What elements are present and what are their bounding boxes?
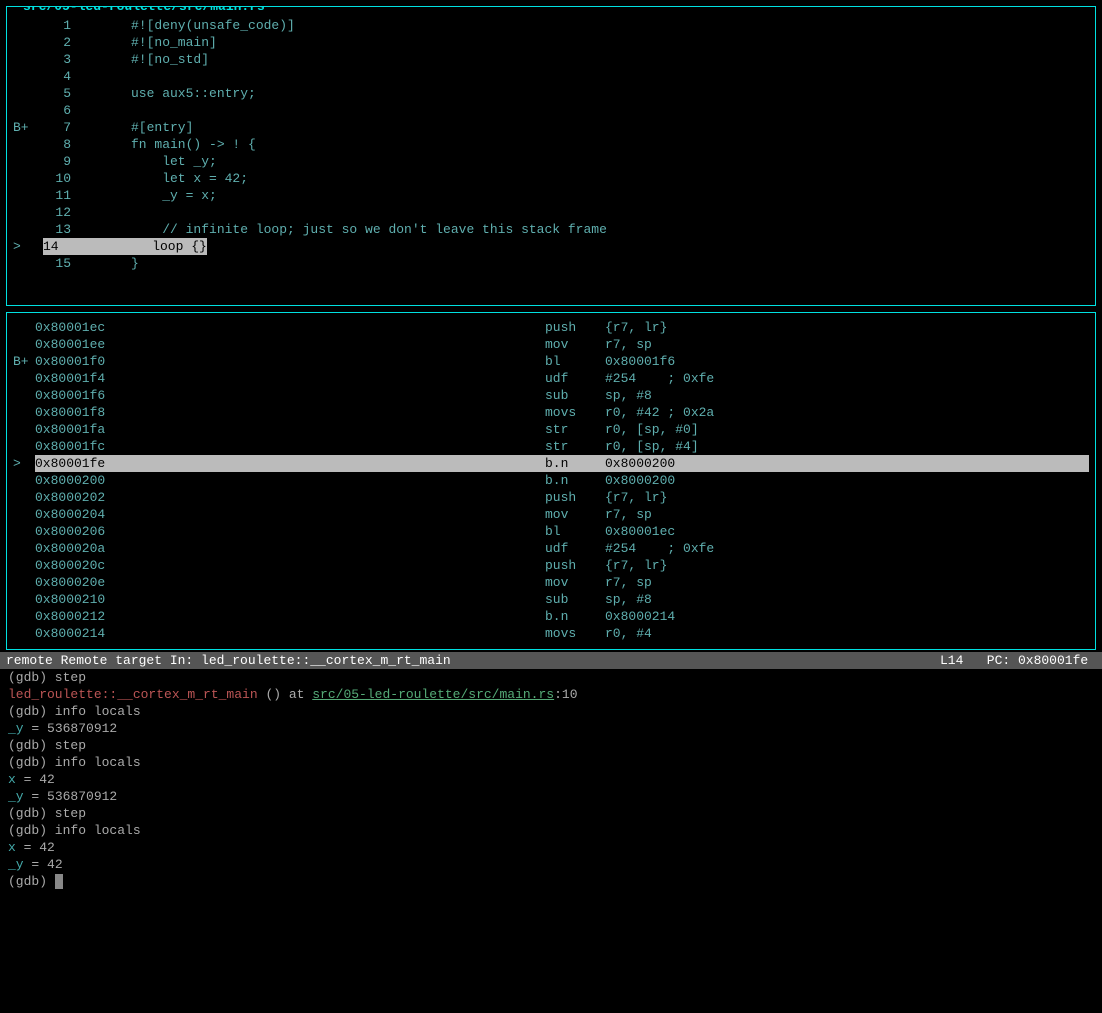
- asm-line: 0x8000200 b.n0x8000200: [7, 472, 1095, 489]
- cursor[interactable]: [55, 874, 63, 889]
- console-line: _y = 42: [8, 856, 1094, 873]
- status-bar: remote Remote target In: led_roulette::_…: [0, 652, 1102, 669]
- asm-line: 0x8000210 subsp, #8: [7, 591, 1095, 608]
- console-line: _y = 536870912: [8, 720, 1094, 737]
- status-right: L14 PC: 0x80001fe: [940, 652, 1096, 669]
- asm-line: B+0x80001f0 bl0x80001f6: [7, 353, 1095, 370]
- source-line: 11 _y = x;: [7, 187, 1095, 204]
- gdb-console[interactable]: (gdb) stepled_roulette::__cortex_m_rt_ma…: [0, 669, 1102, 890]
- source-line: 5use aux5::entry;: [7, 85, 1095, 102]
- console-line: (gdb) step: [8, 669, 1094, 686]
- console-line: (gdb) info locals: [8, 754, 1094, 771]
- source-line: 8fn main() -> ! {: [7, 136, 1095, 153]
- asm-line: 0x8000214 movsr0, #4: [7, 625, 1095, 642]
- asm-line: 0x80001f8 movsr0, #42 ; 0x2a: [7, 404, 1095, 421]
- source-line: 15}: [7, 255, 1095, 272]
- source-line: 4: [7, 68, 1095, 85]
- source-line: 9 let _y;: [7, 153, 1095, 170]
- asm-panel: 0x80001ec push{r7, lr} 0x80001ee movr7, …: [6, 312, 1096, 650]
- console-line: x = 42: [8, 839, 1094, 856]
- source-line: > 14 loop {}: [7, 238, 1095, 255]
- asm-line: 0x8000204 movr7, sp: [7, 506, 1095, 523]
- console-line: _y = 536870912: [8, 788, 1094, 805]
- console-line: (gdb) info locals: [8, 703, 1094, 720]
- source-title: src/05-led-roulette/src/main.rs: [19, 6, 269, 15]
- source-panel: src/05-led-roulette/src/main.rs 1#![deny…: [6, 6, 1096, 306]
- status-left: remote Remote target In: led_roulette::_…: [6, 652, 940, 669]
- source-body[interactable]: 1#![deny(unsafe_code)] 2#![no_main] 3#![…: [7, 17, 1095, 272]
- console-line: (gdb) info locals: [8, 822, 1094, 839]
- console-line: (gdb) step: [8, 737, 1094, 754]
- source-line: 12: [7, 204, 1095, 221]
- asm-line: 0x80001f4 udf#254 ; 0xfe: [7, 370, 1095, 387]
- asm-line: 0x800020c push{r7, lr}: [7, 557, 1095, 574]
- asm-line: 0x80001fc strr0, [sp, #4]: [7, 438, 1095, 455]
- console-line: (gdb): [8, 873, 1094, 890]
- asm-line: 0x80001fa strr0, [sp, #0]: [7, 421, 1095, 438]
- asm-line: 0x8000212 b.n0x8000214: [7, 608, 1095, 625]
- asm-line: 0x800020a udf#254 ; 0xfe: [7, 540, 1095, 557]
- source-line: 1#![deny(unsafe_code)]: [7, 17, 1095, 34]
- asm-line: > 0x80001fe b.n0x8000200: [7, 455, 1095, 472]
- source-line: 13 // infinite loop; just so we don't le…: [7, 221, 1095, 238]
- asm-line: 0x80001f6 subsp, #8: [7, 387, 1095, 404]
- source-line: 2#![no_main]: [7, 34, 1095, 51]
- asm-line: 0x8000202 push{r7, lr}: [7, 489, 1095, 506]
- source-line: 6: [7, 102, 1095, 119]
- asm-body[interactable]: 0x80001ec push{r7, lr} 0x80001ee movr7, …: [7, 319, 1095, 642]
- asm-line: 0x8000206 bl0x80001ec: [7, 523, 1095, 540]
- source-line: B+7#[entry]: [7, 119, 1095, 136]
- console-line: x = 42: [8, 771, 1094, 788]
- console-line: (gdb) step: [8, 805, 1094, 822]
- asm-line: 0x80001ec push{r7, lr}: [7, 319, 1095, 336]
- asm-line: 0x80001ee movr7, sp: [7, 336, 1095, 353]
- asm-line: 0x800020e movr7, sp: [7, 574, 1095, 591]
- source-line: 3#![no_std]: [7, 51, 1095, 68]
- console-line: led_roulette::__cortex_m_rt_main () at s…: [8, 686, 1094, 703]
- source-line: 10 let x = 42;: [7, 170, 1095, 187]
